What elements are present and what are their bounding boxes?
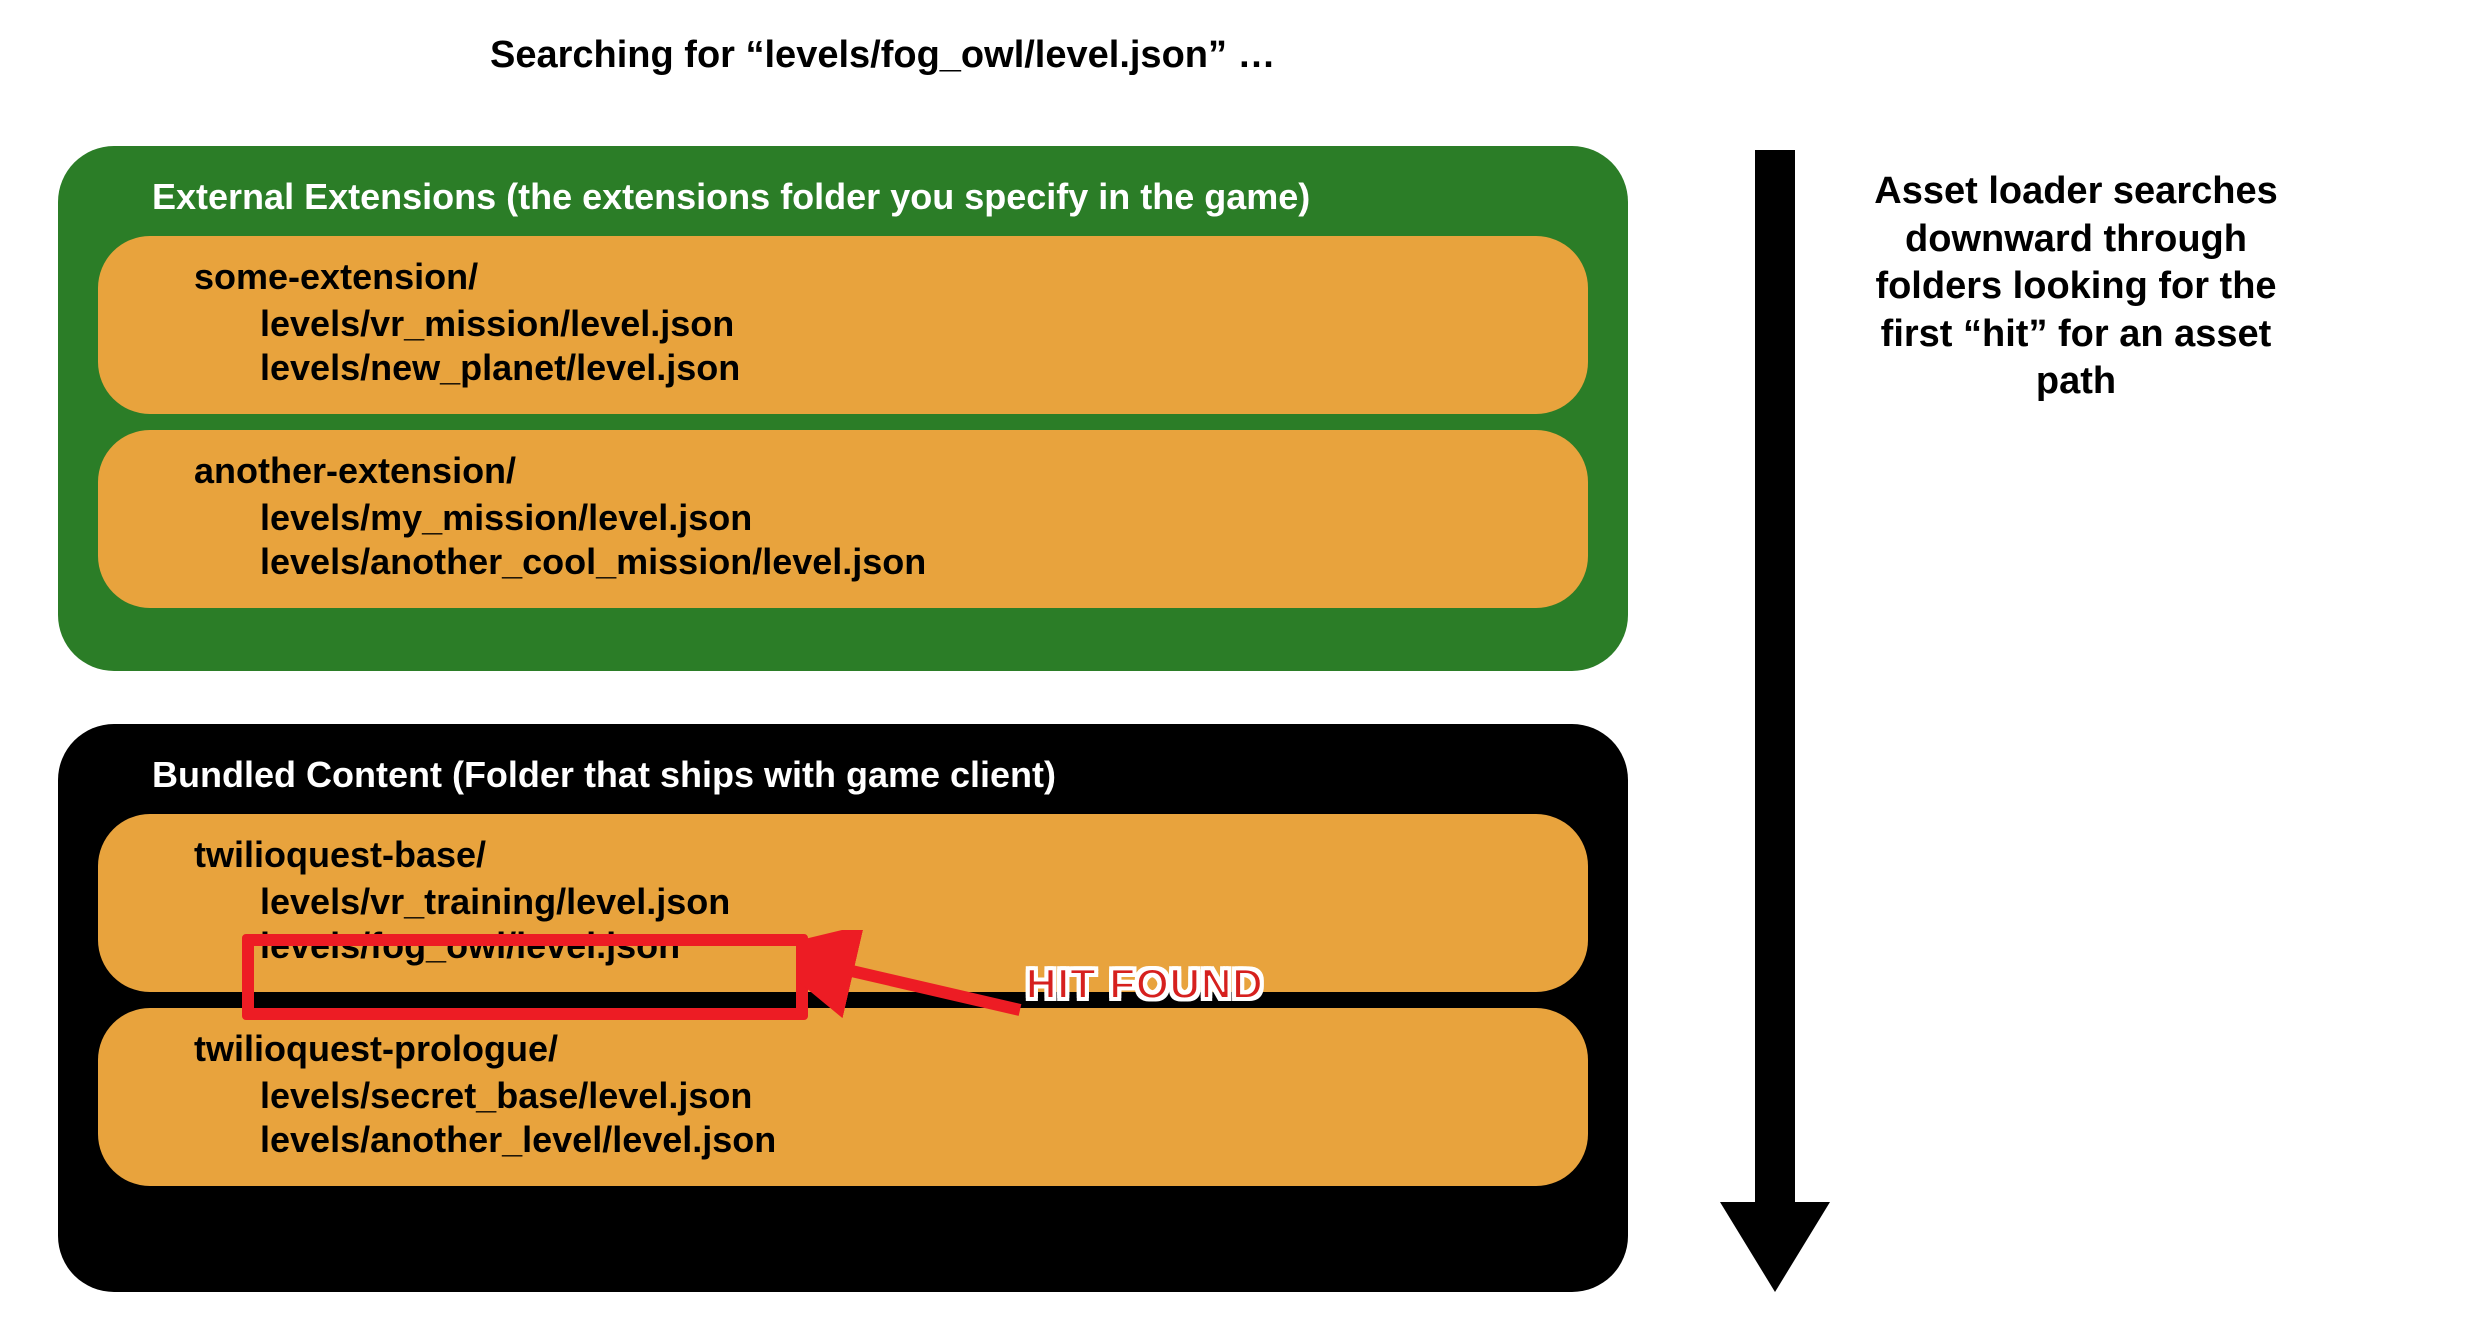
extension-path: levels/my_mission/level.json xyxy=(194,496,1548,540)
bundle-path: levels/another_level/level.json xyxy=(194,1118,1548,1162)
search-heading: Searching for “levels/fog_owl/level.json… xyxy=(490,34,1276,77)
extension-path: levels/another_cool_mission/level.json xyxy=(194,540,1548,584)
hit-found-label: HIT FOUND xyxy=(1026,960,1264,1008)
extension-item: some-extension/ levels/vr_mission/level.… xyxy=(98,236,1588,414)
extension-name: another-extension/ xyxy=(194,450,1548,492)
extension-item: another-extension/ levels/my_mission/lev… xyxy=(98,430,1588,608)
external-extensions-title: External Extensions (the extensions fold… xyxy=(98,176,1588,218)
bundle-name: twilioquest-base/ xyxy=(194,834,1548,876)
extension-path: levels/vr_mission/level.json xyxy=(194,302,1548,346)
bundled-content-title: Bundled Content (Folder that ships with … xyxy=(98,754,1588,796)
bundle-path: levels/secret_base/level.json xyxy=(194,1074,1548,1118)
search-description: Asset loader searches downward through f… xyxy=(1866,168,2286,406)
bundle-path: levels/vr_training/level.json xyxy=(194,880,1548,924)
hit-highlight-box xyxy=(242,934,808,1020)
extension-name: some-extension/ xyxy=(194,256,1548,298)
arrow-down-icon xyxy=(1740,150,1810,1290)
hit-arrow-icon xyxy=(800,930,1030,1040)
extension-path: levels/new_planet/level.json xyxy=(194,346,1548,390)
external-extensions-panel: External Extensions (the extensions fold… xyxy=(58,146,1628,671)
